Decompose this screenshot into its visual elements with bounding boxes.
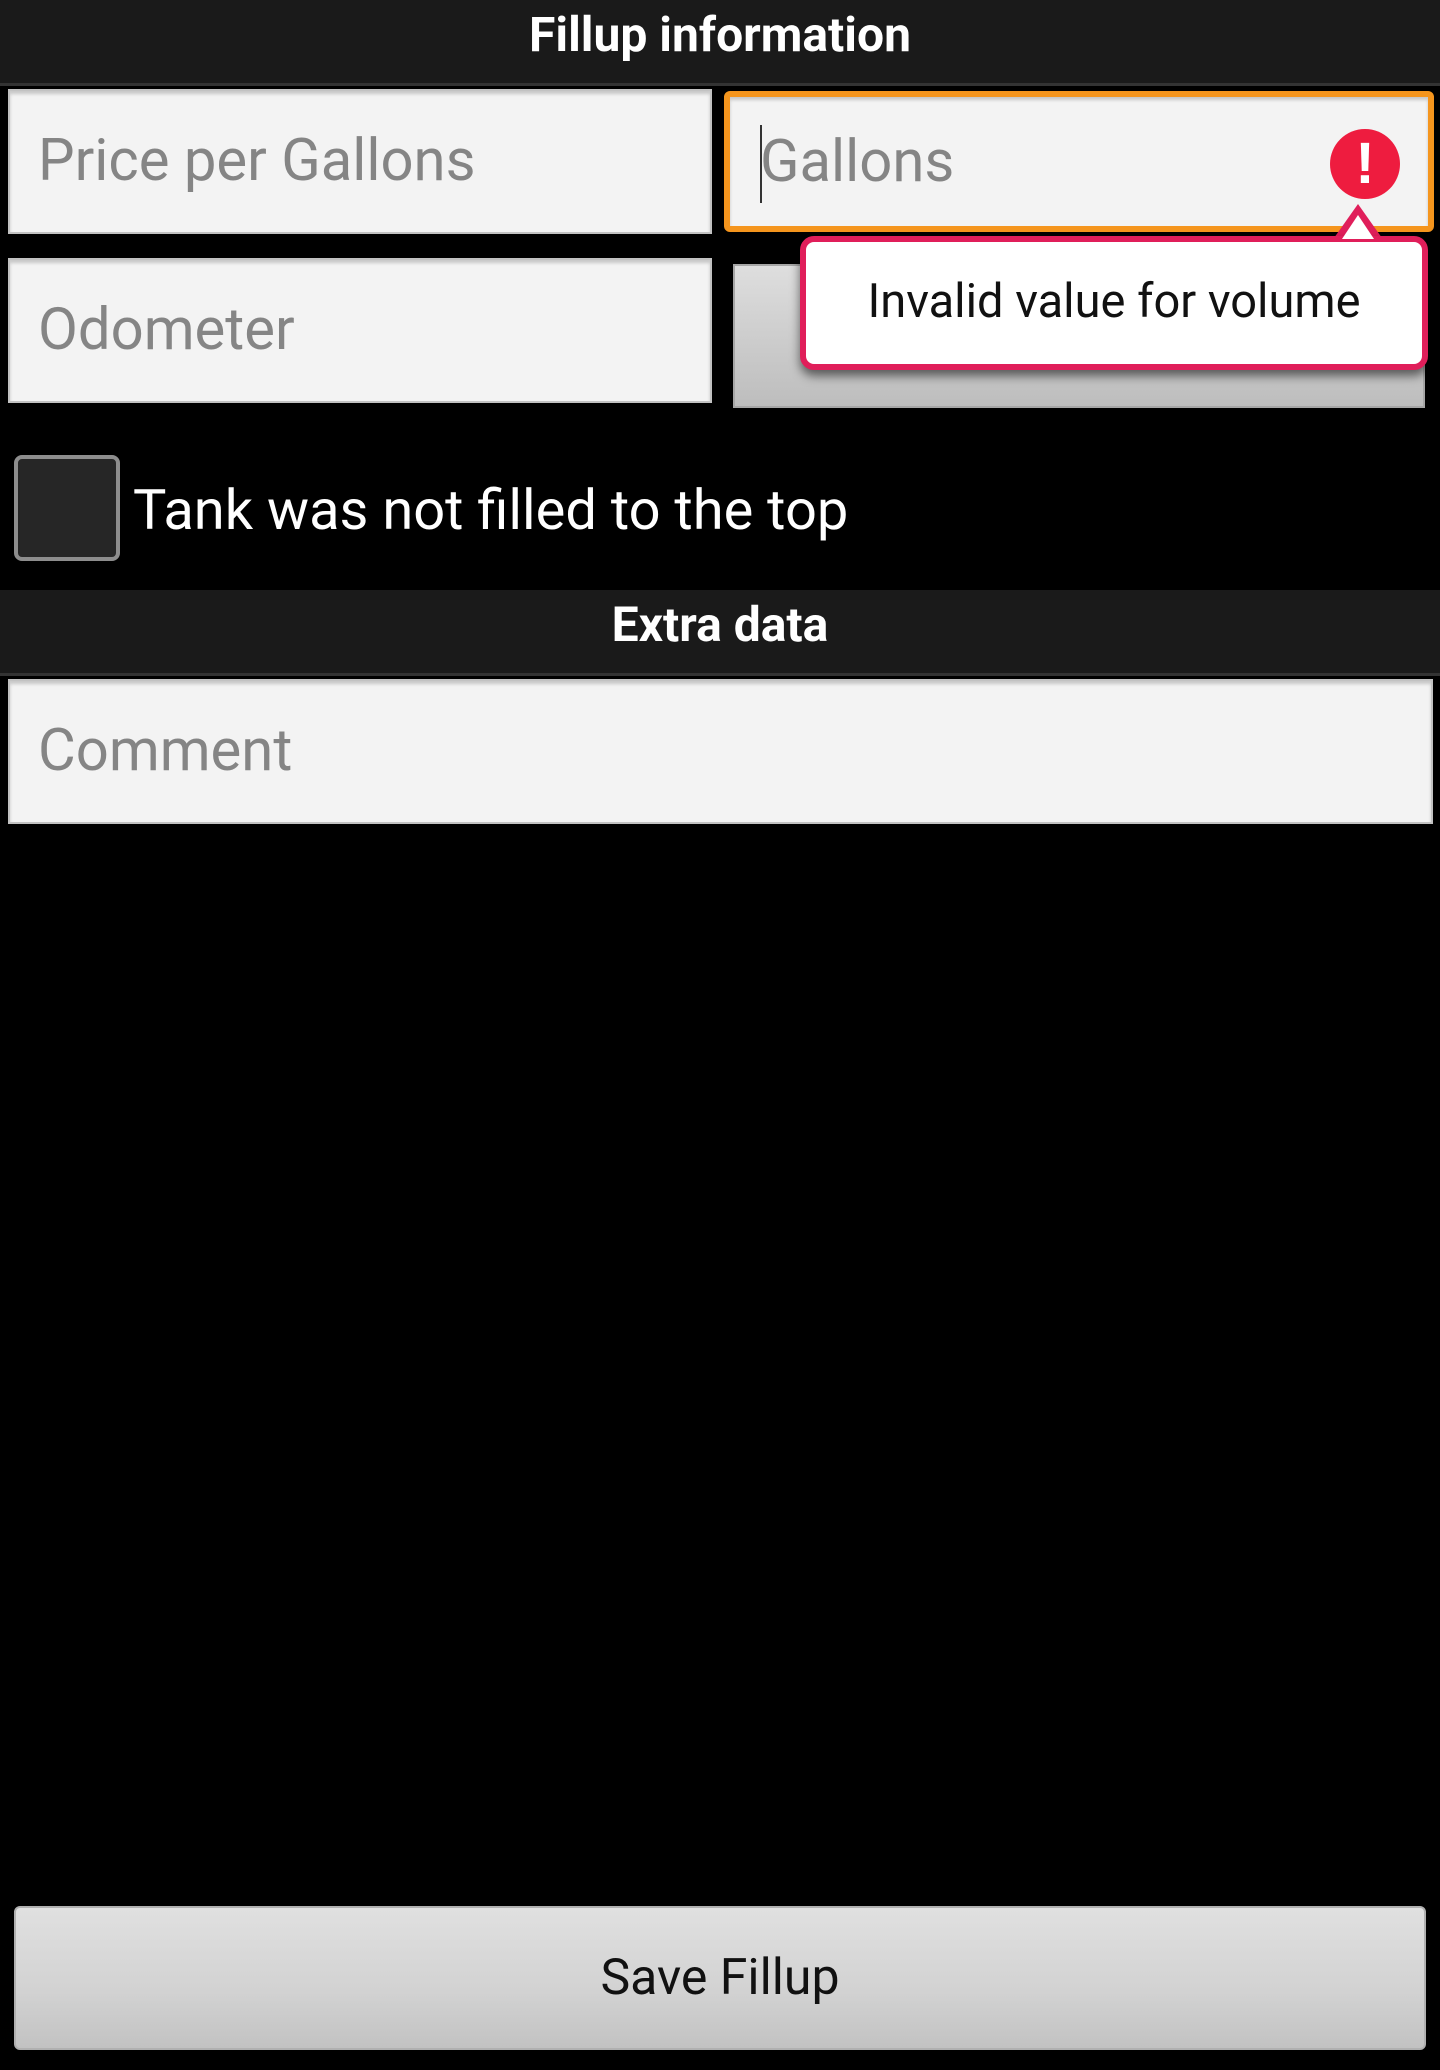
error-tooltip-arrow-inner: [1342, 215, 1374, 239]
gallons-placeholder: Gallons: [760, 128, 955, 196]
error-tooltip: Invalid value for volume: [800, 236, 1428, 370]
text-cursor: [760, 125, 762, 203]
price-per-gallon-placeholder: Price per Gallons: [38, 127, 476, 195]
gallons-input[interactable]: Gallons !: [724, 91, 1434, 232]
save-fillup-button[interactable]: Save Fillup: [14, 1906, 1426, 2050]
odometer-input[interactable]: Odometer: [8, 258, 712, 403]
exclamation-circle-icon: !: [1330, 129, 1400, 199]
error-message: Invalid value for volume: [867, 274, 1361, 329]
extra-data-header: Extra data: [0, 590, 1440, 676]
comment-input[interactable]: Comment: [8, 679, 1433, 824]
tank-not-full-label[interactable]: Tank was not filled to the top: [133, 470, 848, 550]
tank-not-full-checkbox[interactable]: [14, 455, 120, 561]
fillup-information-header: Fillup information: [0, 0, 1440, 86]
comment-placeholder: Comment: [38, 717, 293, 785]
odometer-placeholder: Odometer: [38, 296, 295, 364]
price-per-gallon-input[interactable]: Price per Gallons: [8, 89, 712, 234]
